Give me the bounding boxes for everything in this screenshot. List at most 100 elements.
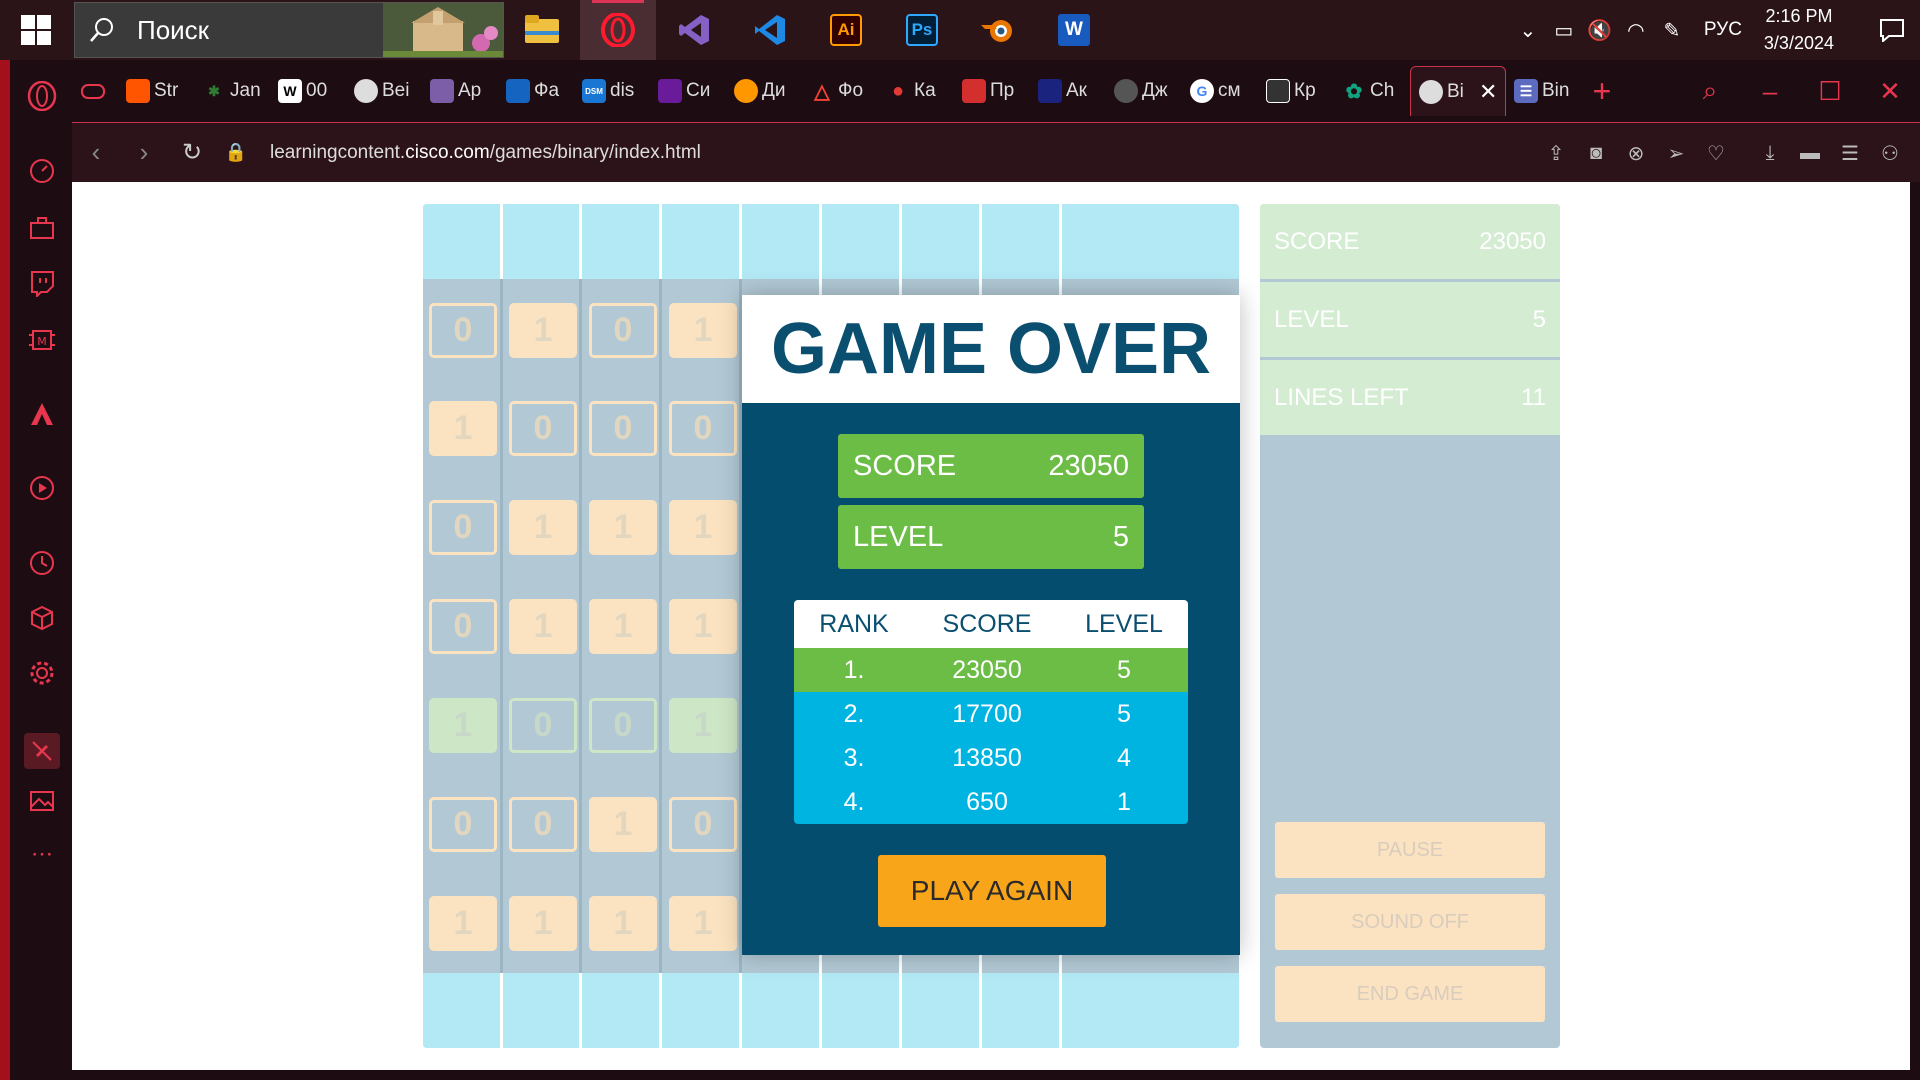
tab-active[interactable]: Bi ✕	[1410, 66, 1506, 116]
tab-item[interactable]: DSM dis	[574, 69, 650, 113]
sidebar-disabled-feature-button[interactable]	[24, 733, 60, 769]
back-button[interactable]: ‹	[72, 137, 120, 168]
heart-icon[interactable]: ♡	[1696, 141, 1736, 166]
sidebar-extensions-button[interactable]	[24, 600, 60, 636]
windows-start-button[interactable]	[0, 0, 72, 60]
profile-icon[interactable]: ⚇	[1870, 141, 1910, 166]
sidebar-twitch-button[interactable]	[24, 265, 60, 301]
bit-cell[interactable]: 0	[589, 303, 657, 358]
taskbar-illustrator[interactable]: Ai	[808, 0, 884, 60]
tab-item[interactable]: Фа	[498, 69, 574, 113]
taskbar-opera[interactable]	[580, 0, 656, 60]
tab-item[interactable]: Си	[650, 69, 726, 113]
play-again-button[interactable]: PLAY AGAIN	[878, 855, 1106, 927]
tab-item[interactable]: ✿ Ch	[1334, 69, 1410, 113]
wifi-icon[interactable]: ◠	[1618, 18, 1654, 43]
language-indicator[interactable]: РУС	[1704, 19, 1742, 41]
bit-cell[interactable]: 1	[669, 698, 737, 753]
sidebar-hardware-button[interactable]: M	[24, 322, 60, 358]
bit-cell[interactable]: 1	[669, 896, 737, 951]
sidebar-aria-button[interactable]	[24, 396, 60, 432]
new-tab-button[interactable]: +	[1582, 73, 1622, 110]
easy-setup-icon[interactable]: ☰	[1830, 141, 1870, 166]
sidebar-ext-button[interactable]	[24, 210, 60, 246]
bit-cell[interactable]: 0	[509, 401, 577, 456]
sidebar-history-button[interactable]	[24, 545, 60, 581]
sidebar-more-icon[interactable]: ⋯	[24, 836, 60, 872]
sound-off-button[interactable]: SOUND OFF	[1275, 894, 1545, 950]
tab-item[interactable]: △ Фо	[802, 69, 878, 113]
opera-menu-button[interactable]	[24, 78, 60, 114]
reload-icon[interactable]: ↻	[168, 138, 216, 167]
taskbar-vscode[interactable]	[732, 0, 808, 60]
chevron-up-icon[interactable]: ⌄	[1510, 18, 1546, 43]
taskbar-word[interactable]: W	[1036, 0, 1112, 60]
url-field[interactable]: learningcontent.cisco.com/games/binary/i…	[270, 142, 701, 164]
bit-cell[interactable]: 1	[429, 698, 497, 753]
bit-cell[interactable]: 0	[509, 797, 577, 852]
forward-button[interactable]: ›	[120, 137, 168, 168]
taskbar-blender[interactable]	[960, 0, 1036, 60]
tab-item[interactable]: Ак	[1030, 69, 1106, 113]
bit-cell[interactable]: 1	[509, 599, 577, 654]
taskbar-search-box[interactable]: Поиск	[74, 2, 504, 58]
taskbar-photoshop[interactable]: Ps	[884, 0, 960, 60]
tab-item[interactable]: Кр	[1258, 69, 1334, 113]
send-icon[interactable]: ➢	[1656, 141, 1696, 166]
tab-item[interactable]: Ди	[726, 69, 802, 113]
volume-muted-icon[interactable]: 🔇	[1582, 18, 1618, 43]
search-tabs-icon[interactable]: ⌕	[1680, 75, 1740, 107]
pause-button[interactable]: PAUSE	[1275, 822, 1545, 878]
battery-icon[interactable]: ▭	[1546, 18, 1582, 43]
bit-cell[interactable]: 0	[509, 698, 577, 753]
bit-cell[interactable]: 1	[669, 599, 737, 654]
share-icon[interactable]: ⇪	[1536, 141, 1576, 166]
taskbar-clock[interactable]: 2:16 PM 3/3/2024	[1764, 3, 1834, 57]
bit-cell[interactable]: 1	[589, 500, 657, 555]
camera-icon[interactable]: ◙	[1576, 142, 1616, 165]
bit-cell[interactable]: 0	[589, 698, 657, 753]
sidebar-gallery-button[interactable]	[24, 783, 60, 819]
sidebar-player-button[interactable]	[24, 470, 60, 506]
tab-item[interactable]: ● Ка	[878, 69, 954, 113]
sidebar-settings-button[interactable]	[24, 655, 60, 691]
tab-gaming[interactable]	[72, 69, 118, 113]
tab-item[interactable]: Bei	[346, 69, 422, 113]
close-button[interactable]: ✕	[1860, 76, 1920, 107]
taskbar-visual-studio[interactable]	[656, 0, 732, 60]
tab-item[interactable]: Str	[118, 69, 194, 113]
end-game-button[interactable]: END GAME	[1275, 966, 1545, 1022]
adblock-icon[interactable]: ⊗	[1616, 141, 1656, 166]
tab-item[interactable]: Дж	[1106, 69, 1182, 113]
bit-cell[interactable]: 1	[669, 303, 737, 358]
bit-cell[interactable]: 1	[509, 896, 577, 951]
bit-cell[interactable]: 1	[589, 797, 657, 852]
tab-item[interactable]: ☰ Bin	[1506, 69, 1582, 113]
tab-item[interactable]: ✱ Jan	[194, 69, 270, 113]
bit-cell[interactable]: 0	[429, 500, 497, 555]
download-icon[interactable]: ⤓	[1750, 142, 1790, 165]
tab-item[interactable]: Пр	[954, 69, 1030, 113]
bit-cell[interactable]: 1	[429, 896, 497, 951]
notification-center-button[interactable]	[1864, 0, 1920, 60]
battery-saver-icon[interactable]: ▬	[1790, 142, 1830, 165]
bit-cell[interactable]: 1	[509, 303, 577, 358]
minimize-button[interactable]: –	[1740, 76, 1800, 107]
lock-icon[interactable]: 🔒	[216, 142, 256, 163]
bit-cell[interactable]: 0	[429, 303, 497, 358]
maximize-button[interactable]: ☐	[1800, 76, 1860, 107]
bit-cell[interactable]: 0	[589, 401, 657, 456]
tab-item[interactable]: W 00	[270, 69, 346, 113]
tab-item[interactable]: Ap	[422, 69, 498, 113]
bit-cell[interactable]: 0	[669, 401, 737, 456]
bit-cell[interactable]: 0	[669, 797, 737, 852]
bit-cell[interactable]: 0	[429, 599, 497, 654]
bit-cell[interactable]: 1	[429, 401, 497, 456]
bit-cell[interactable]: 1	[589, 896, 657, 951]
bit-cell[interactable]: 1	[509, 500, 577, 555]
tab-item[interactable]: Gсм	[1182, 69, 1258, 113]
close-tab-icon[interactable]: ✕	[1479, 79, 1497, 105]
bit-cell[interactable]: 0	[429, 797, 497, 852]
taskbar-file-explorer[interactable]	[504, 0, 580, 60]
pen-icon[interactable]: ✎	[1654, 18, 1690, 43]
